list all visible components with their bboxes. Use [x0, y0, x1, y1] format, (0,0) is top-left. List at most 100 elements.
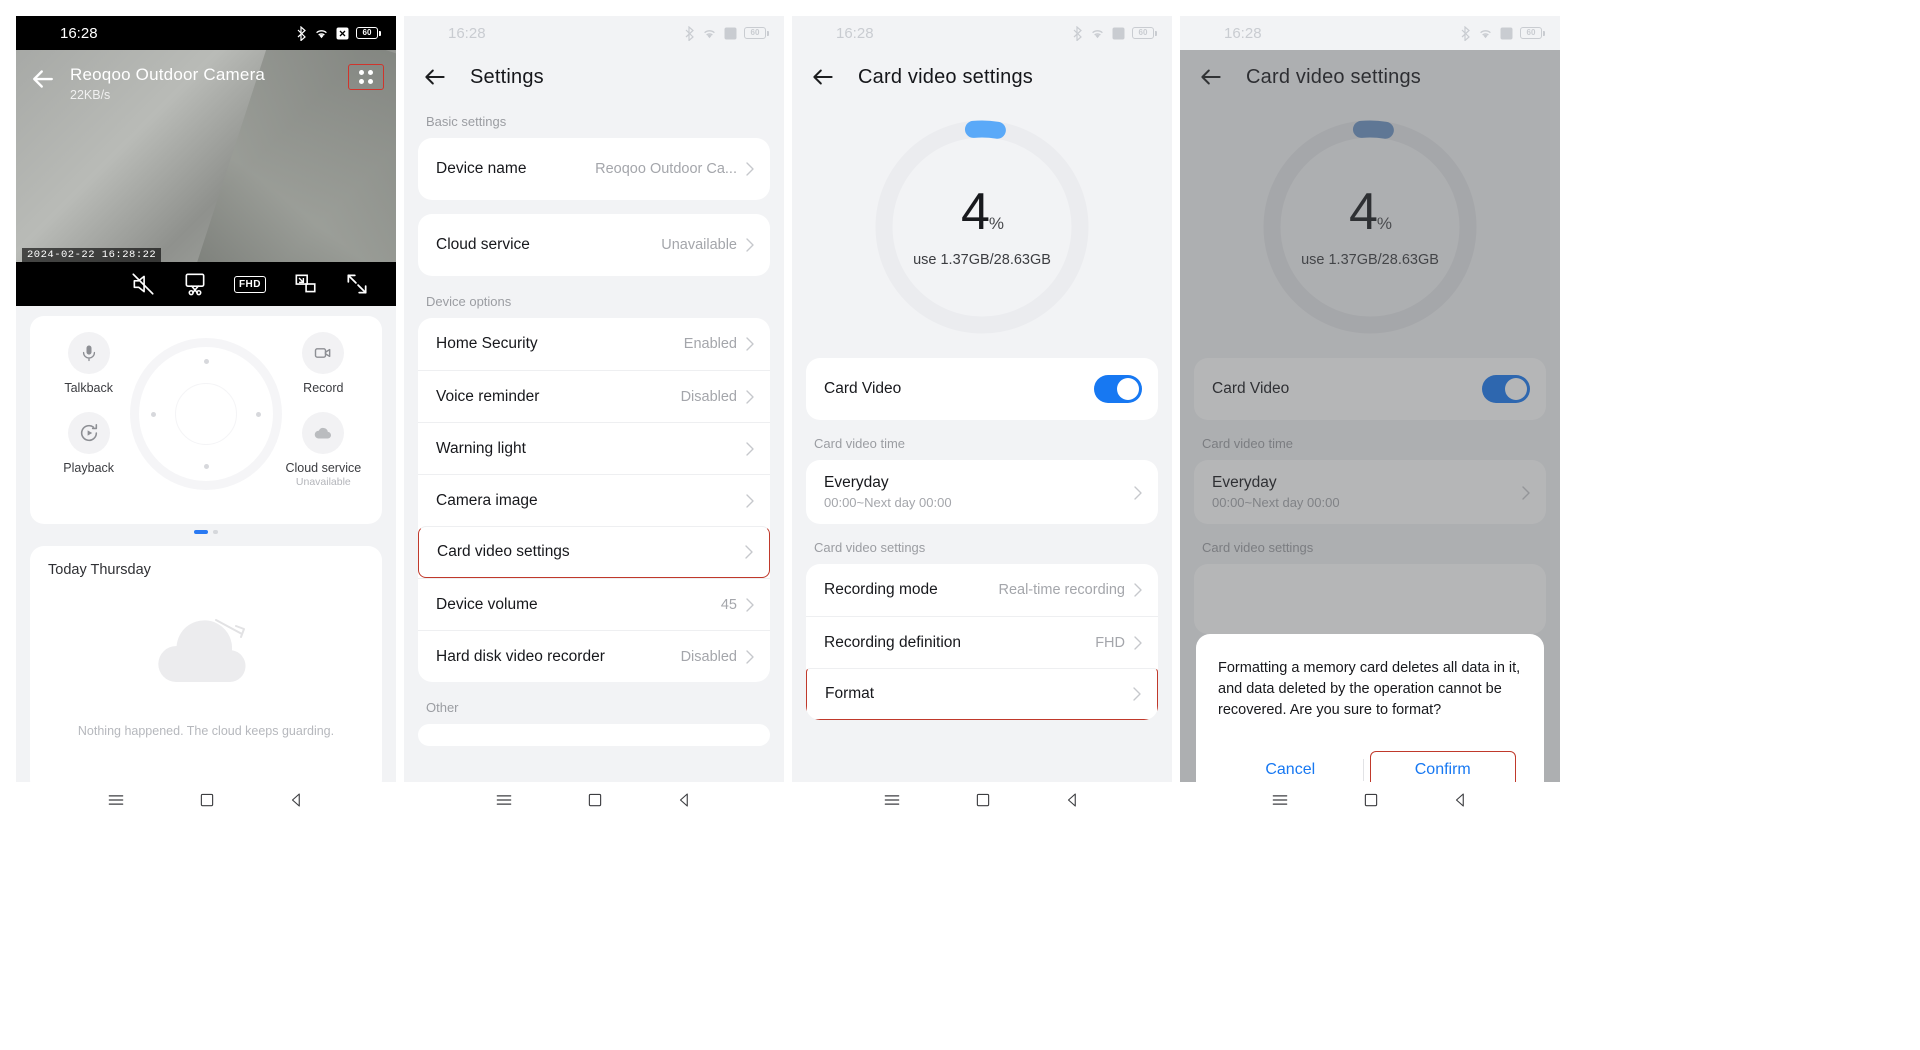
- home-square-icon[interactable]: [198, 791, 216, 809]
- fullscreen-icon[interactable]: [344, 271, 370, 297]
- chevron-right-icon: [1133, 687, 1141, 701]
- microphone-icon[interactable]: [67, 332, 110, 374]
- settings-row-card-video-settings[interactable]: Card video settings: [418, 526, 770, 578]
- card-video-toggle[interactable]: [1094, 375, 1142, 403]
- group-card-video-toggle: Card Video: [806, 358, 1158, 420]
- storage-gauge: 4% use 1.37GB/28.63GB: [869, 114, 1095, 340]
- live-video-view[interactable]: Reoqoo Outdoor Camera 22KB/s 2024-02-22 …: [16, 50, 396, 306]
- settings-row-voice-reminder[interactable]: Voice reminder Disabled: [418, 370, 770, 422]
- cloud-icon[interactable]: [302, 412, 345, 454]
- home-square-icon[interactable]: [974, 791, 992, 809]
- section-label-other: Other: [426, 700, 459, 715]
- home-square-icon[interactable]: [586, 791, 604, 809]
- quick-action-talkback[interactable]: Talkback: [30, 316, 147, 396]
- video-camera-icon[interactable]: [302, 332, 345, 374]
- snapshot-icon[interactable]: [182, 271, 208, 297]
- status-bar-time: 16:28: [836, 24, 874, 42]
- format-confirm-dialog: Formatting a memory card deletes all dat…: [1196, 634, 1544, 797]
- section-label-basic: Basic settings: [426, 114, 507, 129]
- phone-panel-format-dialog: 16:28 60 Card video settings 4% use 1.37…: [1180, 16, 1560, 818]
- back-triangle-icon[interactable]: [288, 791, 306, 809]
- row-label: Recording definition: [824, 633, 962, 651]
- menu-icon[interactable]: [106, 790, 126, 810]
- video-control-bar: FHD: [16, 262, 396, 306]
- schedule-range: 00:00~Next day 00:00: [824, 495, 952, 510]
- row-value: Real-time recording: [998, 582, 1125, 598]
- settings-page: Settings Basic settings Device name Reoq…: [404, 50, 784, 818]
- quick-action-playback[interactable]: Playback: [30, 396, 147, 489]
- status-bar: 16:28 60: [16, 16, 396, 50]
- card-video-settings-page-dimmed: Card video settings 4% use 1.37GB/28.63G…: [1180, 50, 1560, 818]
- settings-row-device-volume[interactable]: Device volume 45: [418, 578, 770, 630]
- settings-row-home-security[interactable]: Home Security Enabled: [418, 318, 770, 370]
- quick-action-cloud-service[interactable]: Cloud service Unavailable: [265, 396, 382, 489]
- row-value: Reoqoo Outdoor Ca...: [595, 161, 737, 177]
- quick-action-record[interactable]: Record: [265, 316, 382, 396]
- mute-icon[interactable]: [130, 271, 156, 297]
- card-video-settings-page: Card video settings 4% use 1.37GB/28.63G…: [792, 50, 1172, 818]
- group-card-video-settings: Recording mode Real-time recording Recor…: [806, 564, 1158, 720]
- quick-action-sub: Unavailable: [295, 476, 351, 488]
- pager-dot-active: [194, 530, 208, 534]
- back-triangle-icon[interactable]: [1064, 791, 1082, 809]
- settings-row-device-name[interactable]: Device name Reoqoo Outdoor Ca...: [418, 138, 770, 200]
- bluetooth-icon: [297, 25, 306, 41]
- chevron-right-icon: [746, 493, 754, 508]
- grid-dots-icon: [359, 70, 373, 84]
- chevron-right-icon: [1134, 635, 1142, 650]
- row-schedule-everyday[interactable]: Everyday 00:00~Next day 00:00: [806, 460, 1158, 524]
- back-triangle-icon[interactable]: [676, 791, 694, 809]
- menu-icon[interactable]: [494, 790, 514, 810]
- home-square-icon[interactable]: [1362, 791, 1380, 809]
- chevron-right-icon: [746, 162, 754, 176]
- row-value: Enabled: [683, 336, 737, 352]
- back-arrow-icon[interactable]: [28, 64, 58, 94]
- wifi-icon: [1092, 29, 1103, 38]
- row-card-video[interactable]: Card Video: [806, 358, 1158, 420]
- back-triangle-icon[interactable]: [1452, 791, 1470, 809]
- group-device-options: Home Security Enabled Voice reminder Dis…: [418, 318, 770, 682]
- back-arrow-icon[interactable]: [810, 64, 836, 90]
- quick-action-label: Talkback: [64, 381, 113, 395]
- row-value: Disabled: [680, 388, 737, 405]
- settings-row-camera-image[interactable]: Camera image: [418, 474, 770, 526]
- row-recording-mode[interactable]: Recording mode Real-time recording: [806, 564, 1158, 616]
- row-label: Camera image: [436, 491, 538, 509]
- dialog-message: Formatting a memory card deletes all dat…: [1218, 660, 1521, 718]
- section-label-card-video-settings: Card video settings: [814, 540, 926, 555]
- quick-action-label: Record: [303, 381, 344, 395]
- phone-panel-card-video-settings: 16:28 60 Card video settings 4% use 1.37…: [792, 16, 1172, 818]
- group-card-video-time: Everyday 00:00~Next day 00:00: [806, 460, 1158, 524]
- system-nav-bar: [404, 782, 784, 818]
- status-bar-icons: 60: [1460, 25, 1545, 41]
- today-events-card: Today Thursday Nothing happened. The clo…: [30, 546, 382, 794]
- menu-icon[interactable]: [882, 790, 902, 810]
- gauge-percent-wrap: 4%: [960, 183, 1004, 241]
- status-bar: 16:28 60: [404, 16, 784, 50]
- signal-x-icon: [1500, 27, 1513, 39]
- screenshot-canvas: 16:28 60 Reoqoo Outdoor Camera 22KB/s 20…: [0, 0, 1920, 1050]
- chevron-right-icon: [746, 238, 754, 252]
- row-format[interactable]: Format: [806, 668, 1158, 720]
- quick-actions-grid: Talkback Record Playback Cloud service U…: [30, 316, 382, 524]
- pip-icon[interactable]: [292, 271, 318, 297]
- status-bar-icons: 60: [1072, 25, 1157, 41]
- chevron-right-icon: [746, 441, 754, 456]
- carousel-pager[interactable]: [30, 524, 382, 534]
- settings-row-warning-light[interactable]: Warning light: [418, 422, 770, 474]
- wifi-icon: [316, 29, 327, 38]
- battery-indicator: 60: [1132, 27, 1157, 39]
- video-timestamp: 2024-02-22 16:28:22: [22, 248, 162, 262]
- settings-row-cloud-service[interactable]: Cloud service Unavailable: [418, 214, 770, 276]
- menu-icon[interactable]: [1270, 790, 1290, 810]
- quality-fhd-button[interactable]: FHD: [233, 275, 266, 293]
- play-circle-icon[interactable]: [67, 412, 110, 454]
- settings-row-hard-disk-video-recorder[interactable]: Hard disk video recorder Disabled: [418, 630, 770, 682]
- back-arrow-icon[interactable]: [422, 64, 448, 90]
- section-label-device-options: Device options: [426, 294, 512, 309]
- phone-panel-settings: 16:28 60 Settings Basic settings Device …: [404, 16, 784, 818]
- gauge-percent: 4: [960, 183, 990, 241]
- chevron-right-icon: [746, 597, 754, 612]
- more-menu-button[interactable]: [348, 64, 384, 90]
- row-recording-definition[interactable]: Recording definition FHD: [806, 616, 1158, 668]
